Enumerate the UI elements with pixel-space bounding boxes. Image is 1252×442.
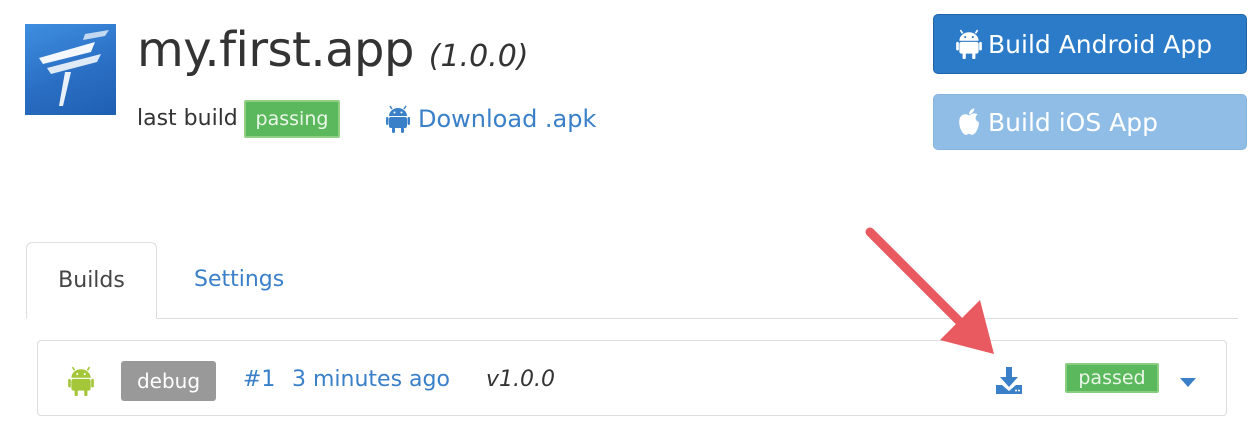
download-apk-link[interactable]: Download .apk bbox=[386, 103, 596, 135]
tab-builds[interactable]: Builds bbox=[26, 242, 157, 319]
build-android-button[interactable]: Build Android App bbox=[933, 14, 1247, 74]
tab-settings[interactable]: Settings bbox=[194, 264, 284, 296]
tabs-divider bbox=[26, 318, 1238, 319]
build-ios-button[interactable]: Build iOS App bbox=[933, 94, 1247, 150]
android-icon bbox=[956, 29, 982, 59]
build-status-badge: passed bbox=[1065, 363, 1159, 393]
app-logo bbox=[25, 24, 116, 115]
build-row: debug #1 3 minutes ago v1.0.0 passed bbox=[37, 340, 1227, 416]
build-android-label: Build Android App bbox=[988, 29, 1213, 59]
download-icon[interactable] bbox=[994, 365, 1024, 395]
chevron-down-icon[interactable] bbox=[1178, 374, 1198, 388]
build-type-badge: debug bbox=[121, 361, 216, 401]
app-version: (1.0.0) bbox=[428, 39, 529, 74]
download-apk-label: Download .apk bbox=[418, 105, 597, 133]
app-title: my.first.app (1.0.0) bbox=[137, 20, 529, 87]
build-version: v1.0.0 bbox=[486, 367, 555, 392]
build-status-badge: passing bbox=[244, 100, 340, 138]
android-icon bbox=[68, 366, 94, 396]
app-name: my.first.app bbox=[137, 22, 414, 78]
apple-icon bbox=[956, 107, 982, 137]
build-time-link[interactable]: 3 minutes ago bbox=[292, 363, 450, 397]
build-ios-label: Build iOS App bbox=[988, 107, 1158, 137]
android-icon bbox=[386, 105, 410, 133]
build-number-link[interactable]: #1 bbox=[243, 363, 275, 397]
last-build-label: last build bbox=[137, 106, 238, 131]
